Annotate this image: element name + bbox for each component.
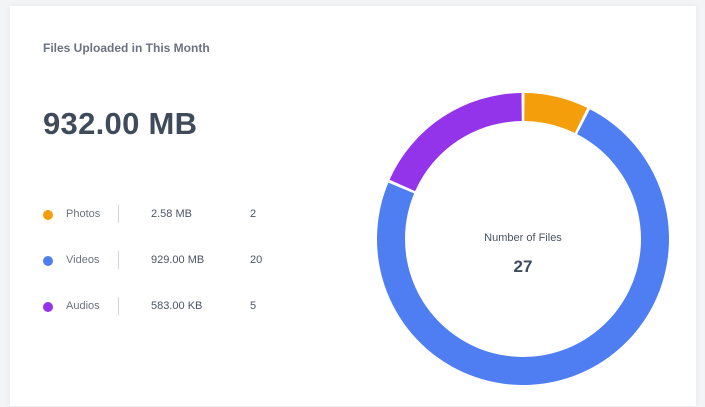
legend-item-videos[interactable]: Videos 929.00 MB 20 <box>43 251 303 272</box>
photos-dot-icon <box>43 210 53 220</box>
files-uploaded-card: Files Uploaded in This Month 932.00 MB P… <box>10 6 696 406</box>
legend-name: Videos <box>66 254 100 266</box>
audios-dot-icon <box>43 302 53 312</box>
donut-center-label: Number of Files <box>484 232 562 244</box>
legend-count: 20 <box>250 254 263 266</box>
legend-name: Audios <box>66 300 100 312</box>
donut-slice-audios[interactable] <box>389 93 522 192</box>
donut-slice-photos[interactable] <box>524 93 588 134</box>
legend-size: 2.58 MB <box>151 208 192 220</box>
total-size: 932.00 MB <box>43 106 198 141</box>
legend-size: 929.00 MB <box>151 254 205 266</box>
divider <box>118 205 119 223</box>
divider <box>118 251 119 269</box>
legend-size: 583.00 KB <box>151 300 203 312</box>
legend-count: 2 <box>250 208 257 220</box>
legend-item-photos[interactable]: Photos 2.58 MB 2 <box>43 205 303 226</box>
legend-count: 5 <box>250 300 257 312</box>
legend-item-audios[interactable]: Audios 583.00 KB 5 <box>43 297 303 318</box>
legend-name: Photos <box>66 208 101 220</box>
videos-dot-icon <box>43 256 53 266</box>
donut-center-value: 27 <box>513 257 533 276</box>
divider <box>118 297 119 315</box>
card-title: Files Uploaded in This Month <box>43 41 210 55</box>
